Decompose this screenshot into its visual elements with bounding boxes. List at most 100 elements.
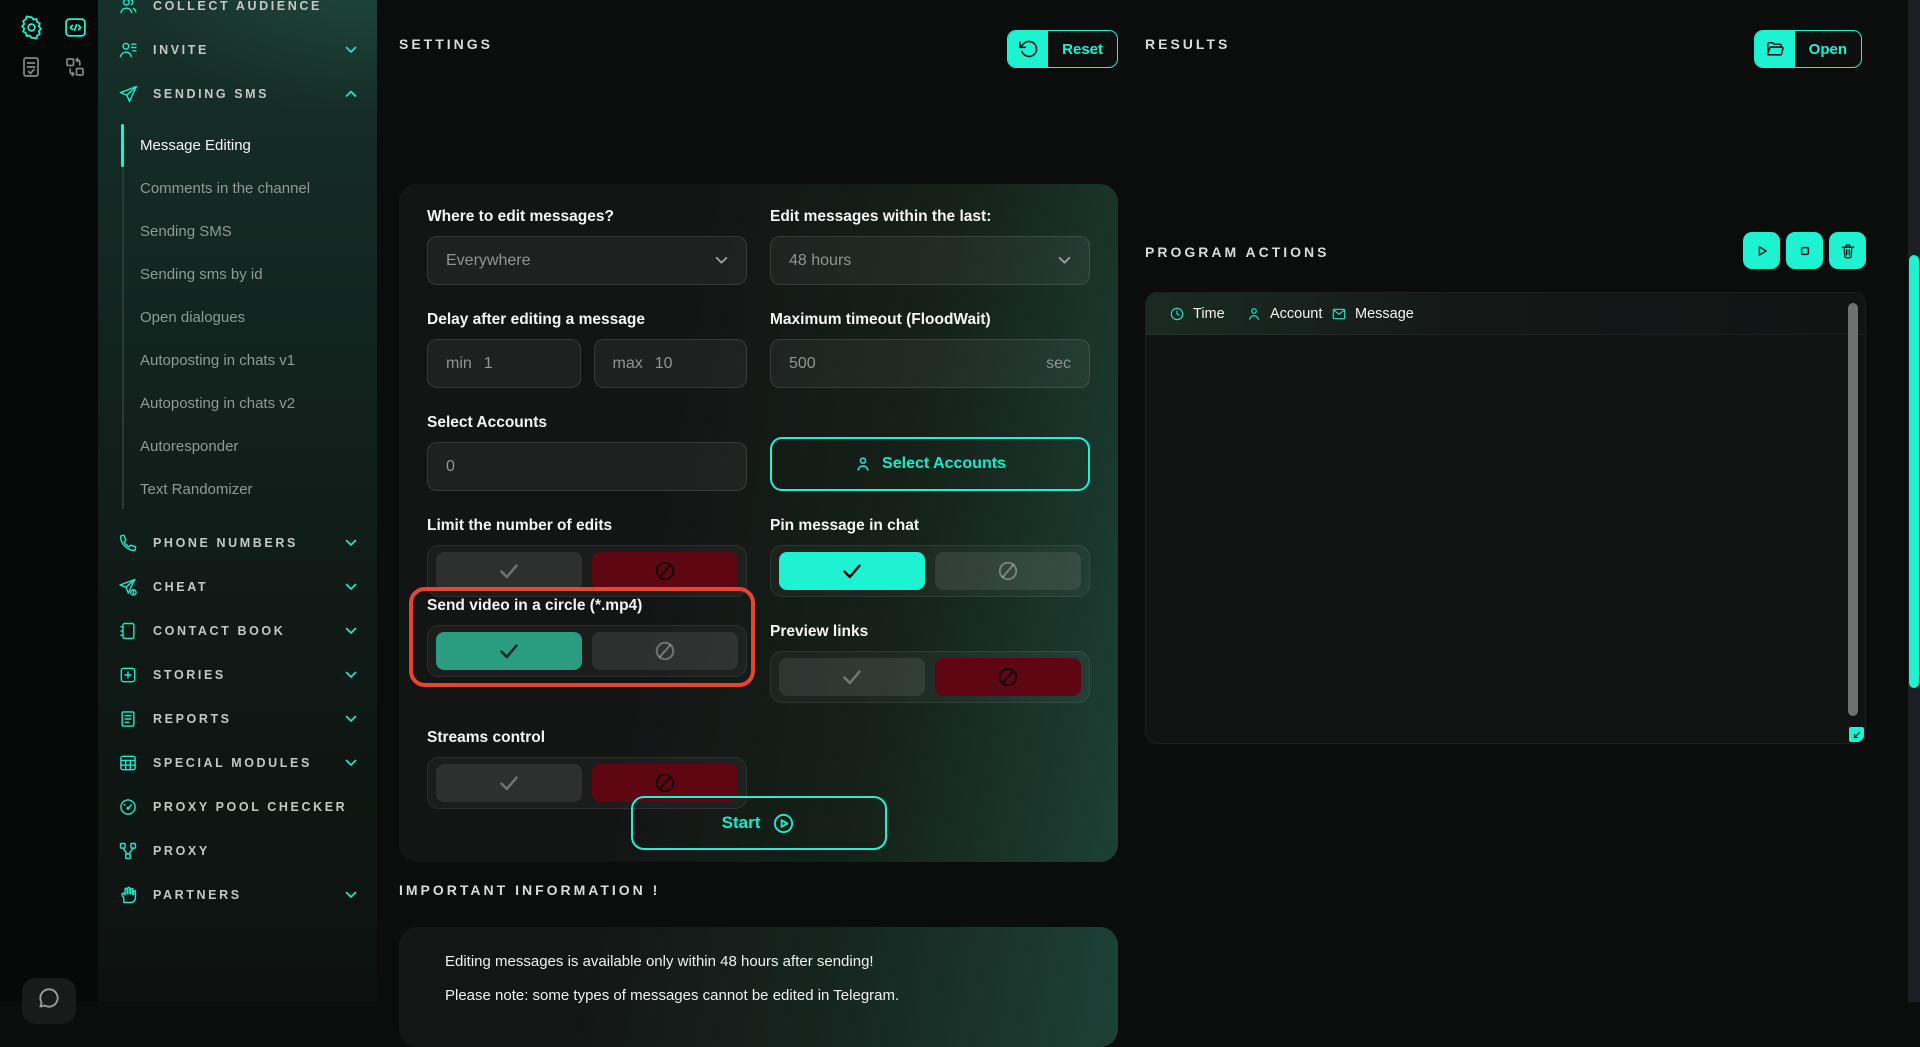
select-accounts-button-label: Select Accounts xyxy=(882,455,1006,473)
important-info-title: IMPORTANT INFORMATION ! xyxy=(399,882,660,898)
submenu-item-comments[interactable]: Comments in the channel xyxy=(98,167,377,210)
info-line: Editing messages is available only withi… xyxy=(445,953,1072,970)
sidebar-item-cheat[interactable]: CHEAT xyxy=(98,565,377,609)
chevron-down-icon xyxy=(345,46,357,54)
column-header-account[interactable]: Account xyxy=(1246,306,1331,322)
chevron-down-icon xyxy=(345,891,357,899)
plus-square-icon xyxy=(118,665,138,685)
delay-max-input[interactable]: max 10 xyxy=(594,339,748,388)
submenu-item-sending-sms[interactable]: Sending SMS xyxy=(98,210,377,253)
deny-button[interactable] xyxy=(592,552,738,590)
reset-button[interactable]: Reset xyxy=(1007,30,1118,68)
submenu-item-label: Comments in the channel xyxy=(140,180,310,197)
chevron-down-icon xyxy=(715,256,728,265)
sidebar-item-reports[interactable]: REPORTS xyxy=(98,697,377,741)
results-title: RESULTS xyxy=(1145,36,1230,52)
timeout-input[interactable]: 500 sec xyxy=(770,339,1090,388)
tasks-icon[interactable] xyxy=(18,54,44,80)
phone-icon xyxy=(118,533,138,553)
sidebar-item-proxy-pool-checker[interactable]: PROXY POOL CHECKER xyxy=(98,785,377,829)
clear-button[interactable] xyxy=(1829,232,1866,269)
person-icon xyxy=(854,455,872,473)
sidebar-item-label: CONTACT BOOK xyxy=(153,624,285,638)
chevron-down-icon xyxy=(345,759,357,767)
where-label: Where to edit messages? xyxy=(427,208,747,226)
sidebar-item-sending-sms[interactable]: SENDING SMS xyxy=(98,72,377,116)
allow-button[interactable] xyxy=(779,552,925,590)
chevron-down-icon xyxy=(345,715,357,723)
submenu-item-label: Sending SMS xyxy=(140,223,232,240)
sidebar-item-phone-numbers[interactable]: PHONE NUMBERS xyxy=(98,521,377,565)
sidebar-item-label: PHONE NUMBERS xyxy=(153,536,298,550)
delay-min-input[interactable]: min 1 xyxy=(427,339,581,388)
sidebar-item-special-modules[interactable]: SPECIAL MODULES xyxy=(98,741,377,785)
results-column: RESULTS Open PROGRAM ACTIONS Time Accoun… xyxy=(1145,0,1866,1002)
start-button[interactable]: Start xyxy=(631,796,887,850)
person-plus-icon xyxy=(118,40,138,60)
submenu-item-autoposting-v1[interactable]: Autoposting in chats v1 xyxy=(98,339,377,382)
submenu-item-label: Message Editing xyxy=(140,137,251,154)
page-scrollbar-thumb[interactable] xyxy=(1909,255,1919,688)
allow-button[interactable] xyxy=(779,658,925,696)
open-button[interactable]: Open xyxy=(1754,30,1862,68)
contact-book-icon xyxy=(118,621,138,641)
icon-rail xyxy=(0,0,98,1002)
settings-title: SETTINGS xyxy=(399,36,493,52)
chat-icon[interactable] xyxy=(22,978,76,1024)
play-icon xyxy=(1753,242,1771,260)
toggle-preview-links xyxy=(770,651,1090,703)
resize-handle-icon[interactable] xyxy=(1849,727,1864,742)
column-header-message[interactable]: Message xyxy=(1331,306,1414,322)
code-window-icon[interactable] xyxy=(62,14,88,40)
paper-plane-icon xyxy=(118,84,138,104)
allow-button[interactable] xyxy=(436,632,582,670)
table-scrollbar[interactable] xyxy=(1848,303,1858,716)
clock-icon xyxy=(1169,306,1185,322)
settings-column: SETTINGS Reset Where to edit messages? E… xyxy=(399,0,1118,1002)
column-label: Time xyxy=(1193,306,1225,322)
sidebar-item-label: REPORTS xyxy=(153,712,232,726)
select-accounts-button[interactable]: Select Accounts xyxy=(770,437,1090,491)
sidebar-item-invite[interactable]: INVITE xyxy=(98,28,377,72)
submenu-item-text-randomizer[interactable]: Text Randomizer xyxy=(98,468,377,511)
submenu-item-sending-sms-by-id[interactable]: Sending sms by id xyxy=(98,253,377,296)
column-header-time[interactable]: Time xyxy=(1169,306,1246,322)
sidebar-item-stories[interactable]: STORIES xyxy=(98,653,377,697)
submenu-item-open-dialogues[interactable]: Open dialogues xyxy=(98,296,377,339)
submenu-item-autoresponder[interactable]: Autoresponder xyxy=(98,425,377,468)
sidebar-item-label: STORIES xyxy=(153,668,226,682)
sending-sms-submenu: Message Editing Comments in the channel … xyxy=(98,116,377,521)
delay-max-prefix: max xyxy=(613,355,643,373)
play-circle-icon xyxy=(772,812,795,835)
toggle-label-streams-control: Streams control xyxy=(427,729,747,747)
deny-button[interactable] xyxy=(592,632,738,670)
where-select[interactable]: Everywhere xyxy=(427,236,747,285)
submenu-item-label: Sending sms by id xyxy=(140,266,263,283)
run-button[interactable] xyxy=(1743,232,1780,269)
page-scrollbar[interactable] xyxy=(1908,0,1920,1002)
chevron-down-icon xyxy=(345,539,357,547)
toggle-label-limit-edits: Limit the number of edits xyxy=(427,517,747,535)
hand-icon xyxy=(118,885,138,905)
sidebar-item-contact-book[interactable]: CONTACT BOOK xyxy=(98,609,377,653)
accounts-count-input[interactable]: 0 xyxy=(427,442,747,491)
deny-button[interactable] xyxy=(935,658,1081,696)
within-select[interactable]: 48 hours xyxy=(770,236,1090,285)
submenu-item-message-editing[interactable]: Message Editing xyxy=(98,124,377,167)
select-accounts-label: Select Accounts xyxy=(427,414,747,432)
chevron-up-icon xyxy=(345,90,357,98)
deny-button[interactable] xyxy=(935,552,1081,590)
sidebar-item-partners[interactable]: PARTNERS xyxy=(98,873,377,917)
stop-button[interactable] xyxy=(1786,232,1823,269)
sidebar-item-label: CHEAT xyxy=(153,580,208,594)
sidebar-item-label: SPECIAL MODULES xyxy=(153,756,312,770)
delay-min-value: 1 xyxy=(484,355,493,373)
sidebar-item-proxy[interactable]: PROXY xyxy=(98,829,377,873)
allow-button[interactable] xyxy=(436,552,582,590)
swap-icon[interactable] xyxy=(62,54,88,80)
sidebar-item-label: PARTNERS xyxy=(153,888,242,902)
submenu-item-autoposting-v2[interactable]: Autoposting in chats v2 xyxy=(98,382,377,425)
gear-icon[interactable] xyxy=(18,14,44,40)
sidebar-item-collect-audience[interactable]: COLLECT AUDIENCE xyxy=(98,0,377,28)
toggle-label-send-video-circle: Send video in a circle (*.mp4) xyxy=(427,597,747,615)
